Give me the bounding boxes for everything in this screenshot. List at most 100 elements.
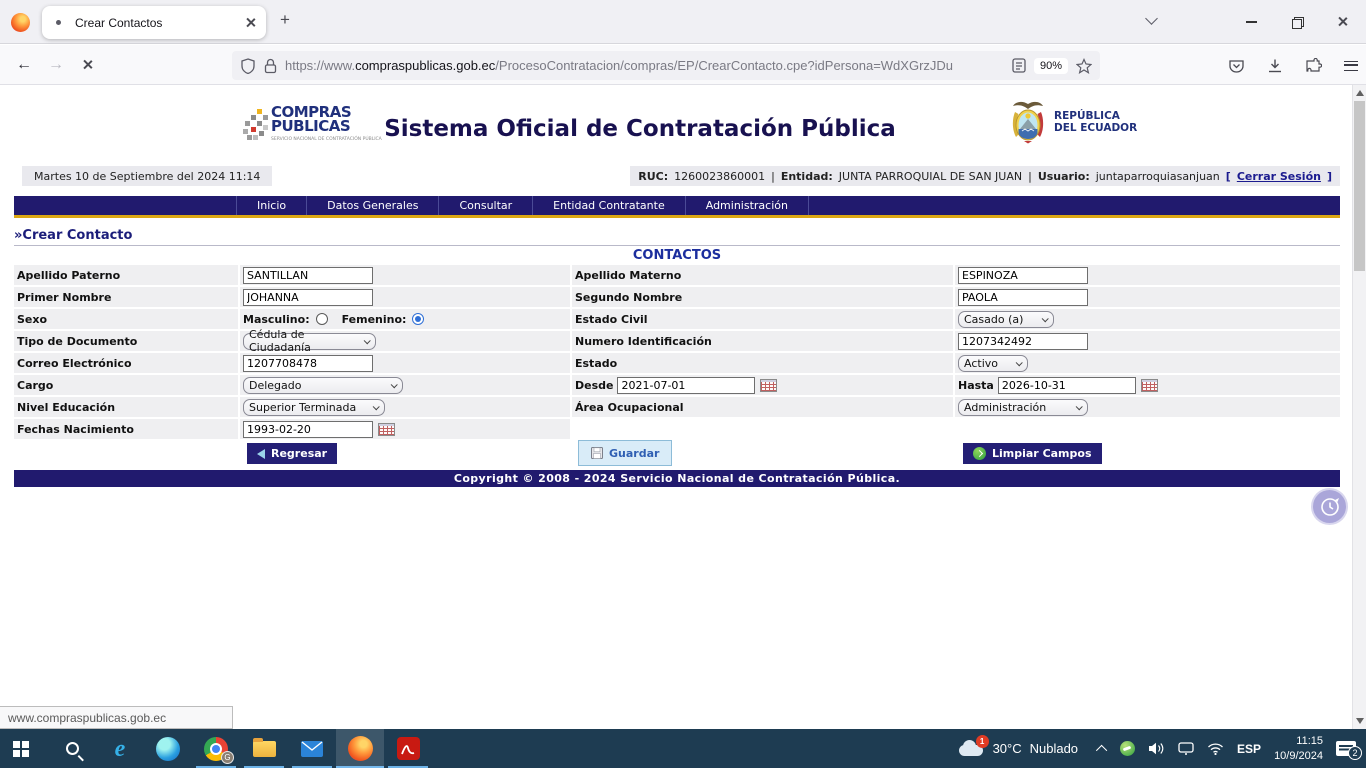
chrome-button[interactable]: G [192, 729, 240, 768]
nav-item-administracion[interactable]: Administración [686, 196, 809, 215]
reader-view-icon[interactable] [1012, 58, 1026, 73]
form-section-title: CONTACTOS [14, 248, 1340, 263]
extensions-puzzle-icon[interactable] [1305, 58, 1322, 74]
lock-icon[interactable] [264, 58, 277, 74]
logout-bracket: [ [1226, 170, 1231, 183]
masculino-radio[interactable] [316, 313, 328, 325]
browser-tab[interactable]: Crear Contactos [42, 6, 266, 39]
stop-button[interactable] [72, 51, 104, 79]
back-button[interactable]: ← [8, 51, 40, 79]
area-ocupacional-select[interactable]: Administración [958, 399, 1088, 416]
nav-item-entidad-contratante[interactable]: Entidad Contratante [533, 196, 686, 215]
internet-explorer-button[interactable]: e [96, 729, 144, 768]
regresar-button[interactable]: Regresar [247, 443, 337, 464]
minimize-button[interactable] [1228, 0, 1274, 44]
antivirus-tray-icon[interactable] [1120, 741, 1135, 756]
apellido-paterno-label: Apellido Paterno [14, 265, 240, 287]
notification-center-icon[interactable]: 2 [1336, 741, 1356, 756]
gov-logo-line1: REPÚBLICA [1054, 110, 1137, 122]
weather-temp: 30°C [993, 741, 1022, 756]
url-bar[interactable]: https://www.compraspublicas.gob.ec/Proce… [232, 51, 1100, 80]
forward-button: → [40, 51, 72, 79]
estado-civil-select[interactable]: Casado (a) [958, 311, 1054, 328]
hasta-input[interactable] [998, 377, 1136, 394]
url-text[interactable]: https://www.compraspublicas.gob.ec/Proce… [285, 58, 1012, 73]
taskbar-clock[interactable]: 11:15 10/9/2024 [1274, 734, 1323, 763]
apellido-materno-input[interactable] [958, 267, 1088, 284]
ruc-value: 1260023860001 [674, 170, 765, 183]
pocket-icon[interactable] [1228, 58, 1245, 74]
nivel-educacion-select[interactable]: Superior Terminada [243, 399, 385, 416]
sexo-label: Sexo [14, 309, 240, 331]
restore-button[interactable] [1274, 0, 1320, 44]
fechas-nacimiento-input[interactable] [243, 421, 373, 438]
calendar-icon[interactable] [378, 423, 395, 436]
area-ocupacional-label: Área Ocupacional [572, 397, 955, 419]
compras-publicas-logo: COMPRAS PUBLICAS SERVICIO NACIONAL DE CO… [243, 103, 363, 155]
femenino-radio[interactable] [412, 313, 424, 325]
select-chevron-icon [391, 381, 398, 388]
new-tab-button[interactable]: + [280, 10, 290, 30]
page-scrollbar[interactable] [1352, 85, 1366, 729]
session-info-bar: RUC: 1260023860001 | Entidad: JUNTA PARR… [630, 166, 1340, 186]
scroll-down-icon[interactable] [1356, 718, 1364, 724]
calendar-icon[interactable] [1141, 379, 1158, 392]
apellido-paterno-input[interactable] [243, 267, 373, 284]
nav-item-datos-generales[interactable]: Datos Generales [307, 196, 439, 215]
desde-input[interactable] [617, 377, 755, 394]
wifi-icon[interactable] [1207, 743, 1224, 755]
form-row: Tipo de Documento Cédula de Ciudadanía N… [14, 331, 1340, 353]
nav-item-inicio[interactable]: Inicio [236, 196, 307, 215]
estado-civil-label: Estado Civil [572, 309, 955, 331]
taskbar-search-button[interactable] [48, 729, 96, 768]
primer-nombre-input[interactable] [243, 289, 373, 306]
language-indicator[interactable]: ESP [1237, 742, 1261, 756]
entidad-label: Entidad: [781, 170, 833, 183]
shield-icon[interactable] [240, 58, 256, 74]
status-bar-link: www.compraspublicas.gob.ec [0, 706, 233, 729]
bookmark-star-icon[interactable] [1076, 58, 1092, 74]
nav-item-consultar[interactable]: Consultar [439, 196, 533, 215]
tipo-documento-select[interactable]: Cédula de Ciudadanía [243, 333, 376, 350]
gov-logo-line2: DEL ECUADOR [1054, 122, 1137, 134]
tab-list-chevron-icon[interactable] [1145, 12, 1158, 25]
tray-expand-chevron-icon[interactable] [1096, 744, 1107, 755]
apellido-materno-label: Apellido Materno [572, 265, 955, 287]
folder-icon [253, 741, 276, 757]
downloads-icon[interactable] [1267, 58, 1283, 74]
weather-widget[interactable]: 1 30°C Nublado [957, 740, 1078, 757]
limpiar-campos-button[interactable]: Limpiar Campos [963, 443, 1102, 464]
masculino-label: Masculino: [243, 313, 310, 326]
volume-icon[interactable] [1148, 742, 1165, 755]
calendar-icon[interactable] [760, 379, 777, 392]
separator: | [771, 170, 775, 183]
screen: Crear Contactos + ← → https://www.compra… [0, 0, 1366, 768]
scrollbar-thumb[interactable] [1354, 101, 1365, 271]
segundo-nombre-label: Segundo Nombre [572, 287, 955, 309]
file-explorer-button[interactable] [240, 729, 288, 768]
cerrar-sesion-link[interactable]: Cerrar Sesión [1237, 170, 1321, 183]
weather-badge: 1 [976, 735, 989, 748]
guardar-button[interactable]: Guardar [578, 440, 672, 466]
floating-clock-badge[interactable] [1311, 488, 1348, 525]
tab-close-icon[interactable] [245, 17, 256, 28]
mail-button[interactable] [288, 729, 336, 768]
tab-favicon-dot-icon [56, 20, 61, 25]
segundo-nombre-input[interactable] [958, 289, 1088, 306]
cast-display-icon[interactable] [1178, 742, 1194, 755]
form-row: Apellido Paterno Apellido Materno [14, 265, 1340, 287]
acrobat-button[interactable] [384, 729, 432, 768]
correo-input[interactable] [243, 355, 373, 372]
start-button[interactable] [0, 729, 48, 768]
numero-identificacion-input[interactable] [958, 333, 1088, 350]
breadcrumb: »Crear Contacto [14, 228, 132, 243]
firefox-button[interactable] [336, 729, 384, 768]
zoom-level-indicator[interactable]: 90% [1034, 58, 1068, 74]
menu-hamburger-icon[interactable] [1344, 61, 1358, 71]
scroll-up-icon[interactable] [1356, 90, 1364, 96]
edge-button[interactable] [144, 729, 192, 768]
estado-select[interactable]: Activo [958, 355, 1028, 372]
cargo-select[interactable]: Delegado [243, 377, 403, 394]
gold-divider [14, 215, 1340, 218]
window-close-button[interactable] [1320, 0, 1366, 44]
